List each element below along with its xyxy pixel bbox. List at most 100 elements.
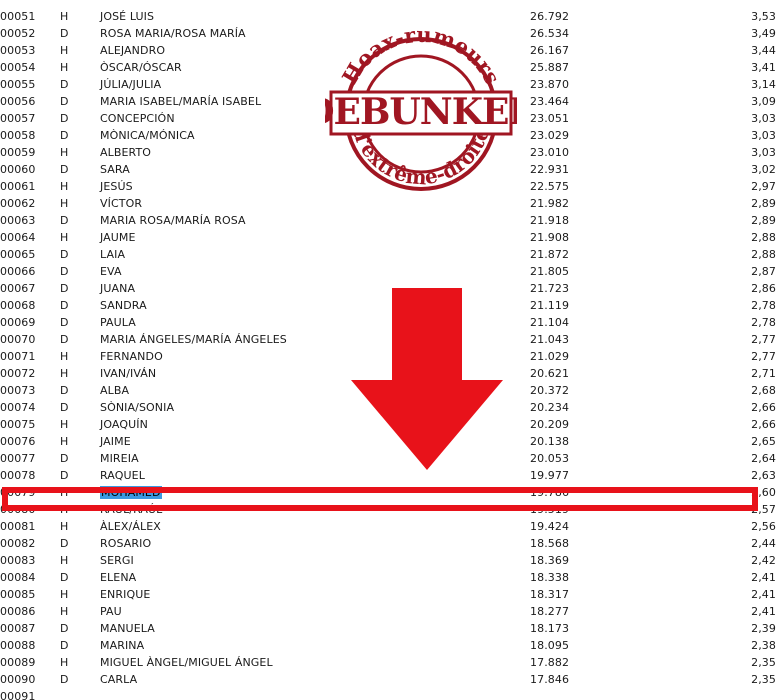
- cell-name: ELENA: [100, 571, 137, 584]
- cell-count: 19.977: [530, 469, 570, 482]
- cell-count: 18.095: [530, 639, 570, 652]
- cell-count: 23.010: [530, 146, 570, 159]
- cell-percent: 2,66: [751, 401, 776, 414]
- table-row: 00087 D MANUELA 18.173 2,39: [0, 620, 776, 637]
- cell-percent: 2,78: [751, 316, 776, 329]
- cell-sex: H: [60, 435, 69, 448]
- cell-rank: 00078: [0, 469, 36, 482]
- cell-rank: 00055: [0, 78, 36, 91]
- cell-sex: D: [60, 78, 69, 91]
- cell-count: 26.534: [530, 27, 570, 40]
- cell-percent: 2,41: [751, 605, 776, 618]
- cell-name: [100, 688, 530, 700]
- cell-rank: 00083: [0, 554, 36, 567]
- cell-count: 17.846: [530, 673, 570, 686]
- highlighted-name: MOHAMED: [100, 486, 162, 499]
- table-row: 00091: [0, 688, 776, 700]
- cell-name: MOHAMED: [100, 484, 530, 501]
- cell-name: JAUME: [100, 231, 136, 244]
- cell-count: 17.882: [530, 656, 570, 669]
- cell-percent: 3,49: [751, 27, 776, 40]
- cell-percent: 2,35: [751, 656, 776, 669]
- cell-count: 18.173: [530, 622, 570, 635]
- cell-rank: 00085: [0, 588, 36, 601]
- table-row: 00085 H ENRIQUE 18.317 2,41: [0, 586, 776, 603]
- cell-rank: 00084: [0, 571, 36, 584]
- cell-percent: 3,41: [751, 61, 776, 74]
- cell-rank: 00063: [0, 214, 36, 227]
- cell-percent: 2,60: [751, 486, 776, 499]
- cell-rank: 00064: [0, 231, 36, 244]
- cell-sex: H: [60, 656, 69, 669]
- cell-percent: 2,77: [751, 333, 776, 346]
- cell-sex: D: [60, 452, 69, 465]
- cell-sex: D: [60, 27, 69, 40]
- cell-rank: 00068: [0, 299, 36, 312]
- cell-sex: H: [60, 180, 69, 193]
- cell-rank: 00067: [0, 282, 36, 295]
- cell-rank: 00081: [0, 520, 36, 533]
- cell-rank: 00052: [0, 27, 36, 40]
- cell-count: 19.424: [530, 520, 570, 533]
- cell-percent: 2,56: [751, 520, 776, 533]
- cell-sex: H: [60, 231, 69, 244]
- cell-name: PAU: [100, 605, 122, 618]
- cell-count: 21.872: [530, 248, 570, 261]
- table-row: 00066 D EVA 21.805 2,87: [0, 263, 776, 280]
- cell-sex: D: [60, 401, 69, 414]
- cell-percent: 2,64: [751, 452, 776, 465]
- cell-sex: H: [60, 367, 69, 380]
- cell-name: RAUL/RAÚL: [100, 503, 163, 516]
- cell-count: 23.029: [530, 129, 570, 142]
- cell-rank: 00073: [0, 384, 36, 397]
- cell-rank: 00077: [0, 452, 36, 465]
- cell-percent: 2,35: [751, 673, 776, 686]
- cell-count: 25.887: [530, 61, 570, 74]
- cell-percent: 3,44: [751, 44, 776, 57]
- cell-count: 23.464: [530, 95, 570, 108]
- cell-rank: 00054: [0, 61, 36, 74]
- cell-percent: 2,77: [751, 350, 776, 363]
- cell-count: 21.723: [530, 282, 570, 295]
- cell-percent: 2,87: [751, 265, 776, 278]
- cell-rank: 00058: [0, 129, 36, 142]
- table-row: 00063 D MARIA ROSA/MARÍA ROSA 21.918 2,89: [0, 212, 776, 229]
- cell-sex: D: [60, 333, 69, 346]
- cell-percent: 2,65: [751, 435, 776, 448]
- cell-rank: 00087: [0, 622, 36, 635]
- cell-rank: 00062: [0, 197, 36, 210]
- cell-percent: 2,89: [751, 197, 776, 210]
- cell-percent: 2,44: [751, 537, 776, 550]
- cell-rank: 00089: [0, 656, 36, 669]
- cell-percent: 3,03: [751, 129, 776, 142]
- cell-percent: 2,57: [751, 503, 776, 516]
- debunked-stamp: Hoax-rumeurs d'extrême-droite DEBUNKED: [303, 22, 540, 194]
- cell-percent: 2,41: [751, 571, 776, 584]
- cell-sex: H: [60, 520, 69, 533]
- cell-percent: 3,03: [751, 146, 776, 159]
- table-row: 00080 H RAUL/RAÚL 19.519 2,57: [0, 501, 776, 518]
- cell-count: 21.029: [530, 350, 570, 363]
- cell-count: 20.209: [530, 418, 570, 431]
- cell-rank: 00053: [0, 44, 36, 57]
- cell-sex: D: [60, 469, 69, 482]
- cell-count: 21.918: [530, 214, 570, 227]
- cell-percent: 2,63: [751, 469, 776, 482]
- cell-percent: 3,53: [751, 10, 776, 23]
- cell-sex: H: [60, 588, 69, 601]
- cell-sex: D: [60, 129, 69, 142]
- cell-count: 21.119: [530, 299, 570, 312]
- cell-percent: [650, 688, 776, 700]
- cell-name: SERGI: [100, 554, 134, 567]
- cell-percent: 2,97: [751, 180, 776, 193]
- table-row: 00065 D LAIA 21.872 2,88: [0, 246, 776, 263]
- cell-name: ÀLEX/ÁLEX: [100, 520, 161, 533]
- cell-rank: 00051: [0, 10, 36, 23]
- cell-sex: D: [60, 639, 69, 652]
- cell-sex: H: [60, 503, 69, 516]
- cell-rank: 00066: [0, 265, 36, 278]
- cell-rank: 00057: [0, 112, 36, 125]
- cell-rank: 00071: [0, 350, 36, 363]
- cell-sex: D: [60, 673, 69, 686]
- cell-count: 21.104: [530, 316, 570, 329]
